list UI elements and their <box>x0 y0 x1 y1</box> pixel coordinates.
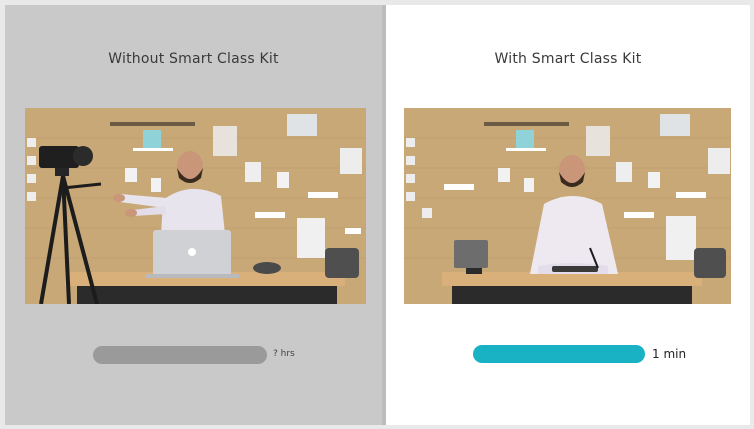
without-kit-duration: ? hrs <box>273 349 295 359</box>
with-kit-title-highlight: With <box>492 51 529 67</box>
with-kit-title-rest: Smart Class Kit <box>527 51 642 67</box>
with-kit-title: With Smart Class Kit <box>386 51 750 67</box>
without-kit-title: Without Smart Class Kit <box>108 51 279 67</box>
with-kit-photo <box>404 108 731 304</box>
without-kit-panel: Without Smart Class Kit ? hrs <box>5 5 382 425</box>
with-kit-time-bar <box>473 345 645 363</box>
with-kit-duration: 1 min <box>652 347 687 361</box>
without-kit-photo <box>25 108 366 304</box>
with-kit-panel: With Smart Class Kit 1 min <box>386 5 750 425</box>
without-kit-time-bar <box>93 346 267 364</box>
